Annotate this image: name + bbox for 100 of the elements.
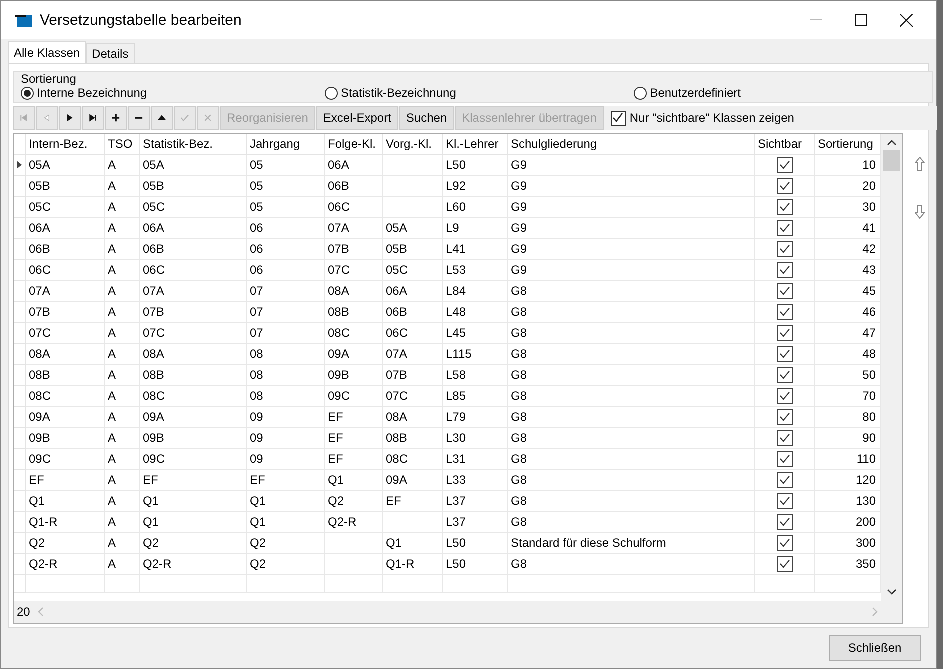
row-indicator-cell[interactable]	[14, 491, 26, 512]
radio-button[interactable]	[634, 86, 648, 100]
toolbar-button[interactable]: Excel-Export	[316, 106, 398, 130]
column-header[interactable]: Jahrgang	[247, 134, 325, 155]
row-indicator-cell[interactable]	[14, 512, 26, 533]
row-indicator-cell[interactable]	[14, 176, 26, 197]
table-cell: EF	[325, 449, 383, 470]
table-cell: 06	[247, 218, 325, 239]
table-cell: 05A	[383, 218, 443, 239]
column-header[interactable]: Vorg.-Kl.	[383, 134, 443, 155]
row-indicator-cell[interactable]	[14, 239, 26, 260]
table-cell: G8	[508, 302, 755, 323]
radio-button[interactable]	[21, 86, 34, 100]
radio-button[interactable]	[324, 86, 338, 100]
table-cell: 09A	[140, 407, 247, 428]
table-cell: A	[105, 386, 140, 407]
row-indicator-cell[interactable]	[14, 281, 26, 302]
table-cell: G8	[508, 407, 755, 428]
row-indicator-cell[interactable]	[14, 365, 26, 386]
row-indicator-cell[interactable]	[14, 197, 26, 218]
vertical-scrollbar[interactable]	[881, 134, 902, 601]
row-indicator-cell[interactable]	[14, 218, 26, 239]
row-checkbox[interactable]	[776, 241, 792, 257]
checkbox[interactable]	[610, 110, 626, 126]
tab[interactable]: Details	[86, 43, 135, 63]
row-checkbox[interactable]	[776, 472, 792, 488]
scroll-down-icon[interactable]	[886, 589, 896, 595]
row-checkbox[interactable]	[776, 388, 792, 404]
close-icon[interactable]	[900, 14, 913, 26]
column-header[interactable]: Schulgliederung	[508, 134, 755, 155]
table-cell: G8	[508, 428, 755, 449]
table-cell: G8	[508, 386, 755, 407]
row-indicator-cell[interactable]	[14, 260, 26, 281]
row-checkbox[interactable]	[776, 514, 792, 530]
navigator-button[interactable]	[59, 106, 81, 130]
table-cell: 09	[247, 428, 325, 449]
table-cell: A	[105, 491, 140, 512]
row-checkbox[interactable]	[776, 346, 792, 362]
table-cell: 07A	[140, 281, 247, 302]
table-cell: A	[105, 302, 140, 323]
row-checkbox[interactable]	[776, 367, 792, 383]
row-checkbox[interactable]	[776, 556, 792, 572]
row-indicator-cell[interactable]	[14, 554, 26, 575]
table-cell	[383, 155, 443, 176]
table-cell: Q1	[140, 491, 247, 512]
maximize-icon[interactable]	[855, 14, 867, 26]
navigator-button[interactable]	[105, 106, 127, 130]
row-checkbox[interactable]	[776, 220, 792, 236]
next-record-icon	[65, 113, 75, 123]
table-cell: 08	[247, 386, 325, 407]
row-indicator-cell[interactable]	[14, 344, 26, 365]
table-cell: 06	[247, 239, 325, 260]
close-button[interactable]: Schließen	[829, 635, 921, 661]
move-up-arrow-icon[interactable]	[915, 157, 925, 171]
column-header[interactable]: Folge-Kl.	[325, 134, 383, 155]
row-indicator-cell[interactable]	[14, 407, 26, 428]
row-indicator-cell[interactable]	[14, 449, 26, 470]
row-checkbox[interactable]	[776, 199, 792, 215]
tab[interactable]: Alle Klassen	[8, 41, 86, 63]
table-cell: L33	[443, 470, 508, 491]
scroll-thumb[interactable]	[883, 150, 900, 171]
column-header[interactable]: TSO	[105, 134, 140, 155]
move-down-arrow-icon[interactable]	[915, 205, 925, 219]
table-cell: A	[105, 281, 140, 302]
column-header[interactable]: Intern-Bez.	[26, 134, 105, 155]
table-cell: EF	[140, 470, 247, 491]
row-checkbox[interactable]	[776, 283, 792, 299]
table-cell: 09C	[140, 449, 247, 470]
table-cell: 08B	[325, 302, 383, 323]
row-checkbox[interactable]	[776, 535, 792, 551]
table-cell: Q1	[383, 533, 443, 554]
navigator-button[interactable]	[128, 106, 150, 130]
row-checkbox[interactable]	[776, 430, 792, 446]
table-cell: G9	[508, 176, 755, 197]
row-indicator-cell[interactable]	[14, 155, 26, 176]
column-header[interactable]: Sichtbar	[755, 134, 815, 155]
row-checkbox[interactable]	[776, 262, 792, 278]
column-header[interactable]: Kl.-Lehrer	[443, 134, 508, 155]
table-cell: 06C	[383, 323, 443, 344]
table-cell: L60	[443, 197, 508, 218]
row-checkbox[interactable]	[776, 451, 792, 467]
row-checkbox[interactable]	[776, 178, 792, 194]
column-header[interactable]: Statistik-Bez.	[140, 134, 247, 155]
row-checkbox[interactable]	[776, 157, 792, 173]
row-indicator-cell[interactable]	[14, 386, 26, 407]
table-cell: 08C	[325, 323, 383, 344]
row-indicator-cell[interactable]	[14, 428, 26, 449]
scroll-up-icon[interactable]	[886, 140, 896, 146]
row-indicator-cell[interactable]	[14, 470, 26, 491]
navigator-button[interactable]	[151, 106, 173, 130]
row-checkbox[interactable]	[776, 325, 792, 341]
row-indicator-cell[interactable]	[14, 533, 26, 554]
row-checkbox[interactable]	[776, 409, 792, 425]
navigator-button[interactable]	[82, 106, 104, 130]
row-indicator-cell[interactable]	[14, 302, 26, 323]
row-indicator-cell[interactable]	[14, 323, 26, 344]
row-checkbox[interactable]	[776, 493, 792, 509]
toolbar-button[interactable]: Suchen	[399, 106, 454, 130]
row-checkbox[interactable]	[776, 304, 792, 320]
table-cell: Q1-R	[383, 554, 443, 575]
